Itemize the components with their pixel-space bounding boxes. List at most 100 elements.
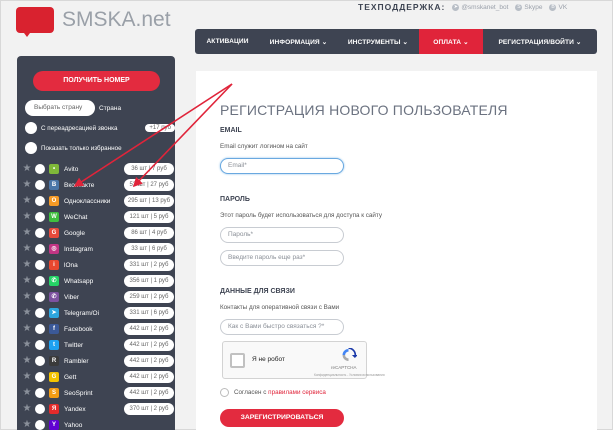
service-radio[interactable] [35,356,45,366]
service-row[interactable]: ★ i lOna 331 шт | 2 руб [17,257,175,273]
favorite-star-icon[interactable]: ★ [22,308,32,318]
favorite-star-icon[interactable]: ★ [22,276,32,286]
service-radio[interactable] [35,196,45,206]
service-radio[interactable] [35,324,45,334]
service-row[interactable]: ★ f Facebook 442 шт | 2 руб [17,321,175,337]
service-row[interactable]: ★ S SeoSprint 442 шт | 2 руб [17,385,175,401]
site-logo[interactable]: SMSKA.net [12,3,171,37]
favorite-star-icon[interactable]: ★ [22,180,32,190]
service-row[interactable]: ★ t Twitter 442 шт | 2 руб [17,337,175,353]
nav-register-login[interactable]: РЕГИСТРАЦИЯ/ВОЙТИ ⌄ [483,29,597,54]
service-row[interactable]: ★ ✆ Whatsapp 356 шт | 1 руб [17,273,175,289]
service-radio[interactable] [35,244,45,254]
service-name: Google [64,229,85,237]
favorite-star-icon[interactable]: ★ [22,340,32,350]
service-name: Instagram [64,245,93,253]
favorite-star-icon[interactable]: ★ [22,196,32,206]
get-number-button[interactable]: ПОЛУЧИТЬ НОМЕР [33,71,160,91]
service-name: Yandex [64,405,86,413]
vk-icon: B [549,3,557,11]
country-select[interactable]: Выбрать страну [25,100,95,116]
main-nav: АКТИВАЦИИ ИНФОРМАЦИЯ ⌄ ИНСТРУМЕНТЫ ⌄ ОПЛ… [195,29,597,54]
service-row[interactable]: ★ • Avito 36 шт | 7 руб [17,161,175,177]
nav-information[interactable]: ИНФОРМАЦИЯ ⌄ [260,29,337,54]
favorite-star-icon[interactable]: ★ [22,228,32,238]
service-price: 442 шт | 2 руб [124,355,174,367]
service-row[interactable]: ★ ◎ Instagram 33 шт | 6 руб [17,241,175,257]
favorite-star-icon[interactable]: ★ [22,260,32,270]
service-radio[interactable] [35,164,45,174]
service-name: Вконтакте [64,181,95,189]
nav-activations[interactable]: АКТИВАЦИИ [195,29,260,54]
service-price: 53 шт | 27 руб [124,179,174,191]
service-row[interactable]: ★ W WeChat 121 шт | 5 руб [17,209,175,225]
favorites-row: Показать только избранное [25,142,122,154]
service-radio[interactable] [35,212,45,222]
service-price: 86 шт | 4 руб [124,227,174,239]
recaptcha-label: Я не робот [252,356,285,363]
favorite-star-icon[interactable]: ★ [22,324,32,334]
favorite-star-icon[interactable]: ★ [22,404,32,414]
service-radio[interactable] [35,180,45,190]
service-radio[interactable] [35,228,45,238]
favorite-star-icon[interactable]: ★ [22,372,32,382]
recaptcha-widget: Я не робот reCAPTCHA Конфиденциальность … [222,341,385,379]
country-row: Выбрать страну Страна [25,100,121,116]
country-label: Страна [99,104,122,112]
service-row[interactable]: ★ G Gett 442 шт | 2 руб [17,369,175,385]
service-row[interactable]: ★ Y Yahoo [17,417,175,430]
favorite-star-icon[interactable]: ★ [22,212,32,222]
favorite-star-icon[interactable]: ★ [22,356,32,366]
register-button[interactable]: ЗАРЕГИСТРИРОВАТЬСЯ [220,409,344,427]
redirect-toggle[interactable] [25,122,37,134]
favorite-star-icon[interactable]: ★ [22,292,32,302]
service-radio[interactable] [35,420,45,430]
agree-checkbox[interactable] [220,388,229,397]
favorite-star-icon[interactable]: ★ [22,388,32,398]
favorite-star-icon[interactable]: ★ [22,244,32,254]
service-radio[interactable] [35,276,45,286]
service-row[interactable]: ★ О Одноклассники 295 шт | 13 руб [17,193,175,209]
service-radio[interactable] [35,260,45,270]
service-radio[interactable] [35,372,45,382]
recaptcha-terms[interactable]: Конфиденциальность - Условия использован… [314,373,385,377]
support-telegram-link[interactable]: ➤ @smskanet_bot [452,3,508,11]
contacts-field[interactable]: Как с Вами быстро связаться ?* [220,319,344,335]
recaptcha-checkbox[interactable] [230,353,245,368]
service-radio[interactable] [35,292,45,302]
password-field[interactable]: Пароль* [220,227,344,243]
page-title: РЕГИСТРАЦИЯ НОВОГО ПОЛЬЗОВАТЕЛЯ [220,102,508,118]
whatsapp-icon: ✆ [49,276,59,286]
rules-link[interactable]: правилами сервиса [268,389,326,396]
service-row[interactable]: ★ ➤ Telegram/Oi 331 шт | 6 руб [17,305,175,321]
email-section-title: EMAIL [220,127,242,134]
service-radio[interactable] [35,308,45,318]
support-title: ТЕХПОДДЕРЖКА: [358,2,446,12]
ok-icon: О [49,196,59,206]
service-radio[interactable] [35,404,45,414]
service-row[interactable]: ★ В Вконтакте 53 шт | 27 руб [17,177,175,193]
service-name: WeChat [64,213,88,221]
support-skype-link[interactable]: S Skype [515,3,542,11]
email-field[interactable]: Email* [220,158,344,174]
service-row[interactable]: ★ R Rambler 442 шт | 2 руб [17,353,175,369]
service-row[interactable]: ★ Я Yandex 370 шт | 2 руб [17,401,175,417]
service-row[interactable]: ★ G Google 86 шт | 4 руб [17,225,175,241]
agree-row: Согласен с правилами сервиса [220,388,326,397]
email-description: Email служит логином на сайт [220,143,308,150]
support-vk-link[interactable]: B VK [549,3,567,11]
service-row[interactable]: ★ ✆ Viber 259 шт | 2 руб [17,289,175,305]
service-name: Avito [64,165,79,173]
service-radio[interactable] [35,388,45,398]
registration-panel: РЕГИСТРАЦИЯ НОВОГО ПОЛЬЗОВАТЕЛЯ EMAIL Em… [196,71,597,430]
nav-payment[interactable]: ОПЛАТА ⌄ [419,29,483,54]
favorites-toggle[interactable] [25,142,37,154]
service-radio[interactable] [35,340,45,350]
service-price: 442 шт | 2 руб [124,371,174,383]
service-list: ★ • Avito 36 шт | 7 руб ★ В Вконтакте 53 шт | 2… [17,161,175,430]
favorite-star-icon[interactable]: ★ [22,164,32,174]
wechat-icon: W [49,212,59,222]
favorite-star-icon[interactable]: ★ [22,420,32,430]
password-repeat-field[interactable]: Введите пароль еще раз* [220,250,344,266]
nav-tools[interactable]: ИНСТРУМЕНТЫ ⌄ [337,29,419,54]
